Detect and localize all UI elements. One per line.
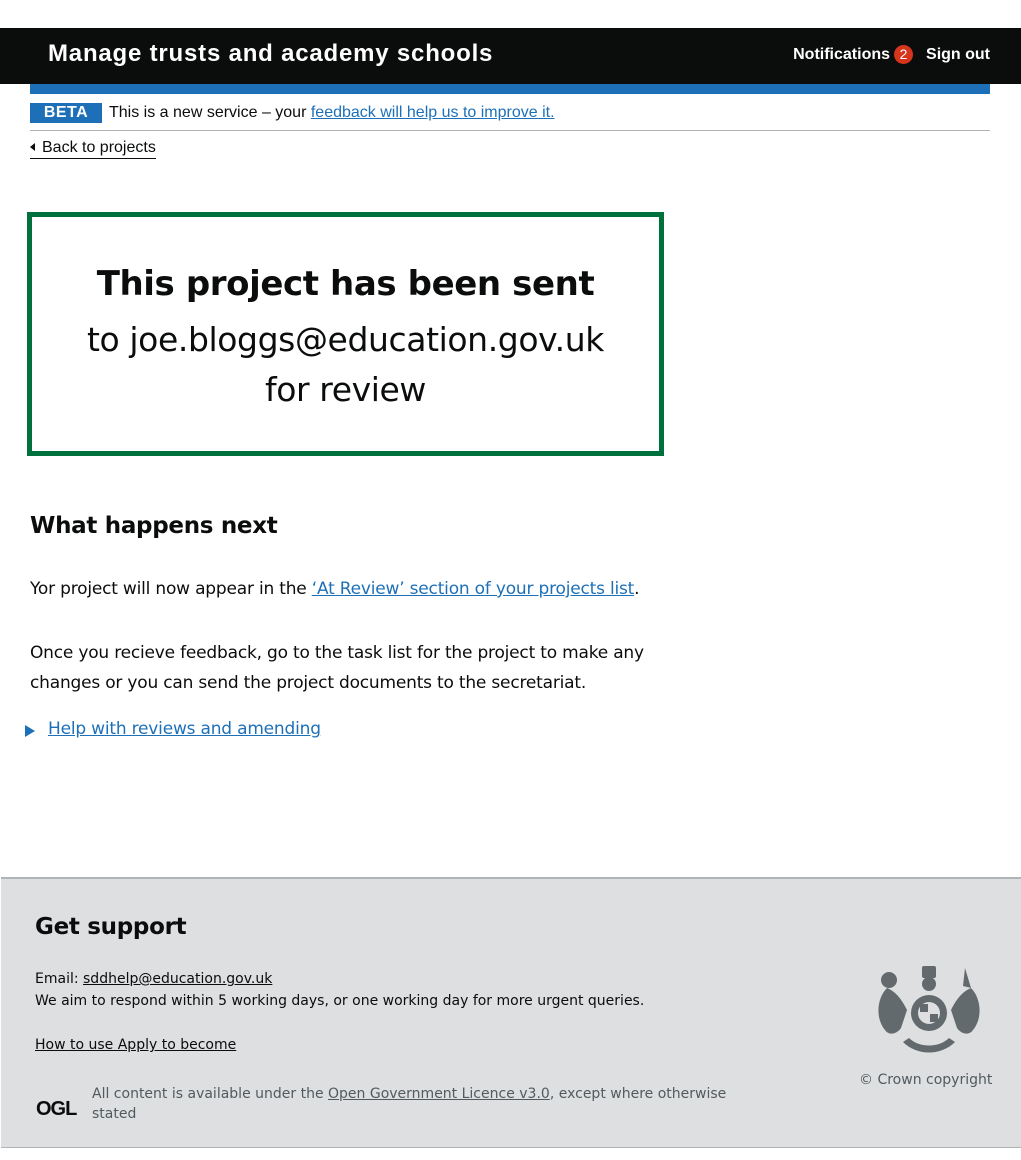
at-review-section-link[interactable]: ‘At Review’ section of your projects lis… (312, 579, 635, 599)
phase-banner-text: This is a new service – your feedback wi… (109, 104, 555, 122)
site-header: Manage trusts and academy schools Notifi… (0, 28, 1021, 84)
licence-text: All content is available under the Open … (92, 1084, 732, 1124)
details-triangle-icon[interactable] (25, 725, 35, 737)
email-label: Email: (35, 971, 79, 987)
panel-title: This project has been sent (96, 264, 595, 304)
open-government-licence-link[interactable]: Open Government Licence v3.0 (328, 1086, 550, 1102)
para1-suffix: . (634, 579, 640, 599)
back-chevron-icon (30, 143, 35, 151)
confirmation-panel: This project has been sent to joe.bloggs… (27, 212, 664, 456)
support-email-line: Email: sddhelp@education.gov.uk (35, 970, 272, 988)
notifications-link[interactable]: Notifications (793, 46, 890, 64)
how-to-use-link[interactable]: How to use Apply to become (35, 1036, 236, 1054)
feedback-link[interactable]: feedback will help us to improve it. (311, 104, 555, 121)
sign-out-link[interactable]: Sign out (926, 46, 990, 64)
site-footer: Get support Email: sddhelp@education.gov… (1, 877, 1021, 1148)
back-to-projects-link[interactable]: Back to projects (30, 138, 156, 159)
service-name[interactable]: Manage trusts and academy schools (48, 40, 493, 68)
panel-body: to joe.bloggs@education.gov.uk for revie… (32, 315, 659, 415)
header-nav: Notifications 2 Sign out (793, 45, 990, 64)
crown-copyright[interactable]: © Crown copyright (859, 1071, 992, 1089)
ogl-icon: OGL (36, 1098, 77, 1120)
review-list-paragraph: Yor project will now appear in the ‘At R… (30, 578, 640, 600)
beta-tag: BETA (30, 103, 102, 123)
phase-banner-message: This is a new service – your (109, 104, 307, 121)
panel-recipient: to joe.bloggs@education.gov.uk (86, 320, 604, 359)
header-blue-bar (30, 84, 990, 94)
panel-for-review: for review (264, 370, 426, 409)
licence-prefix: All content is available under the (92, 1086, 324, 1102)
back-link-label: Back to projects (42, 139, 156, 156)
phase-banner: BETA This is a new service – your feedba… (30, 102, 990, 131)
notifications-count-badge[interactable]: 2 (894, 45, 914, 64)
para1-prefix: Yor project will now appear in the (30, 579, 307, 599)
get-support-heading: Get support (35, 914, 187, 940)
feedback-paragraph: Once you recieve feedback, go to the tas… (30, 643, 644, 693)
crown-copyright-link[interactable]: © Crown copyright (859, 1072, 992, 1088)
support-email-link[interactable]: sddhelp@education.gov.uk (83, 971, 272, 987)
help-with-reviews-summary[interactable]: Help with reviews and amending (48, 718, 321, 740)
royal-crest-icon (878, 966, 980, 1053)
response-time-text: We aim to respond within 5 working days,… (35, 993, 645, 1009)
what-happens-next-heading: What happens next (30, 513, 278, 539)
